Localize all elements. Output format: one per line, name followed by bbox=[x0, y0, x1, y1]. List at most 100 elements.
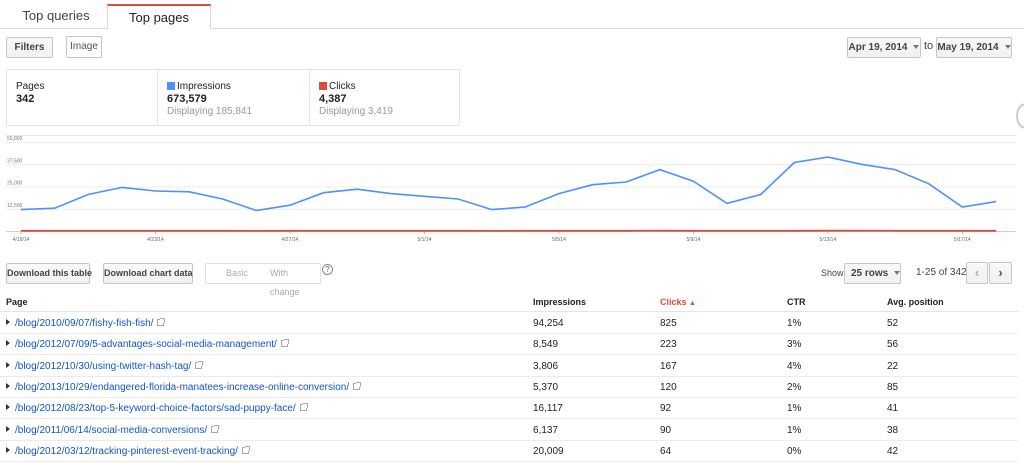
ctr-cell: 0% bbox=[787, 445, 802, 457]
avg-position-cell: 22 bbox=[887, 360, 899, 372]
x-tick-label: 4/19/14 bbox=[13, 237, 30, 243]
date-to-select[interactable]: May 19, 2014 bbox=[936, 37, 1012, 58]
ctr-cell: 1% bbox=[787, 403, 802, 415]
external-link-icon[interactable] bbox=[280, 339, 289, 348]
traffic-chart-svg: 12,500 25,000 37,500 50,000 4/19/14 4/23/14 4/… bbox=[6, 135, 1016, 243]
expand-row-icon[interactable] bbox=[6, 446, 10, 453]
summary-clicks-label: Clicks bbox=[329, 81, 356, 92]
page-link[interactable]: /blog/2012/08/23/top-5-keyword-choice-fa… bbox=[15, 403, 296, 414]
table-row[interactable]: /blog/2012/08/23/top-5-keyword-choice-fa… bbox=[0, 398, 1018, 420]
external-link-icon[interactable] bbox=[241, 445, 250, 454]
summary-panel: Pages 342 Impressions 673,579 Displaying… bbox=[6, 69, 460, 126]
summary-impressions-sub: Displaying 185,841 bbox=[167, 106, 253, 117]
page-link[interactable]: /blog/2010/09/07/fishy-fish-fish/ bbox=[15, 318, 153, 329]
tab-top-queries[interactable]: Top queries bbox=[6, 4, 106, 30]
expand-row-icon[interactable] bbox=[6, 382, 10, 389]
external-link-icon[interactable] bbox=[299, 403, 308, 412]
filters-button[interactable]: Filters bbox=[6, 37, 53, 58]
ctr-cell: 1% bbox=[787, 424, 802, 436]
ctr-cell: 1% bbox=[787, 318, 802, 329]
external-link-icon[interactable] bbox=[353, 381, 362, 390]
chevron-down-icon bbox=[913, 45, 920, 50]
avg-position-cell: 42 bbox=[887, 445, 899, 457]
x-tick-label: 5/17/14 bbox=[954, 237, 971, 243]
summary-pages-label: Pages bbox=[16, 81, 45, 92]
summary-impressions[interactable]: Impressions 673,579 Displaying 185,841 bbox=[157, 70, 309, 125]
next-page-button[interactable]: › bbox=[989, 262, 1012, 284]
date-from-value: Apr 19, 2014 bbox=[848, 42, 908, 53]
table-row[interactable]: /blog/2013/10/29/endangered-florida-mana… bbox=[0, 377, 1018, 398]
traffic-chart: 12,500 25,000 37,500 50,000 4/19/14 4/23/14 4/… bbox=[6, 135, 1016, 248]
expand-row-icon[interactable] bbox=[6, 319, 10, 325]
summary-impressions-value: 673,579 bbox=[167, 93, 207, 105]
col-ctr-header[interactable]: CTR bbox=[787, 297, 806, 307]
date-range-separator: to bbox=[924, 40, 934, 52]
expand-row-icon[interactable] bbox=[6, 361, 10, 368]
summary-clicks-sub: Displaying 3,419 bbox=[319, 106, 393, 117]
col-impressions-header[interactable]: Impressions bbox=[533, 297, 586, 307]
x-tick-label: 4/27/14 bbox=[282, 237, 299, 243]
summary-clicks[interactable]: Clicks 4,387 Displaying 3,419 bbox=[309, 70, 459, 125]
impressions-cell: 20,009 bbox=[533, 445, 564, 457]
sort-asc-icon: ▲ bbox=[689, 300, 696, 307]
col-clicks-label: Clicks bbox=[660, 297, 687, 307]
clicks-cell: 223 bbox=[660, 339, 677, 351]
expand-row-icon[interactable] bbox=[6, 340, 10, 347]
download-table-button[interactable]: Download this table bbox=[6, 263, 92, 284]
avg-position-cell: 52 bbox=[887, 318, 899, 329]
prev-page-button[interactable]: ‹ bbox=[966, 262, 988, 284]
summary-pages-value: 342 bbox=[16, 93, 35, 105]
ctr-cell: 4% bbox=[787, 360, 802, 372]
basic-view-button[interactable]: Basic bbox=[226, 264, 248, 283]
x-tick-label: 5/5/14 bbox=[552, 237, 566, 243]
table-row[interactable]: /blog/2012/03/12/tracking-pinterest-even… bbox=[0, 441, 1018, 462]
table-row[interactable]: /blog/2011/06/14/social-media-conversion… bbox=[0, 420, 1018, 441]
ctr-cell: 2% bbox=[787, 381, 802, 393]
clicks-cell: 120 bbox=[660, 381, 677, 393]
external-link-icon[interactable] bbox=[157, 318, 166, 326]
view-mode-toggle: Basic With change bbox=[205, 263, 321, 297]
summary-impressions-label: Impressions bbox=[177, 81, 231, 92]
impressions-checkbox[interactable] bbox=[167, 82, 175, 90]
date-to-value: May 19, 2014 bbox=[937, 42, 999, 53]
clicks-cell: 92 bbox=[660, 403, 672, 415]
date-from-select[interactable]: Apr 19, 2014 bbox=[847, 37, 921, 58]
impressions-cell: 16,117 bbox=[533, 403, 563, 415]
impressions-cell: 94,254 bbox=[533, 318, 564, 329]
pagination-count: 1-25 of 342 bbox=[916, 267, 967, 278]
help-icon[interactable]: ? bbox=[322, 264, 333, 275]
page-link[interactable]: /blog/2013/10/29/endangered-florida-mana… bbox=[15, 382, 349, 393]
avg-position-cell: 56 bbox=[887, 339, 899, 351]
expand-row-icon[interactable] bbox=[6, 404, 10, 411]
impressions-cell: 8,549 bbox=[533, 339, 559, 351]
y-tick-label: 37,500 bbox=[7, 158, 23, 164]
table-row[interactable]: /blog/2010/09/07/fishy-fish-fish/94,254 8… bbox=[0, 313, 1018, 334]
external-link-icon[interactable] bbox=[195, 360, 204, 369]
impressions-cell: 3,806 bbox=[533, 360, 559, 372]
x-tick-label: 5/9/14 bbox=[686, 237, 700, 243]
col-clicks-header[interactable]: Clicks ▲ bbox=[660, 297, 696, 307]
tab-top-pages[interactable]: Top pages bbox=[107, 4, 211, 30]
page-link[interactable]: /blog/2012/03/12/tracking-pinterest-even… bbox=[15, 446, 238, 457]
clicks-cell: 64 bbox=[660, 445, 672, 457]
x-tick-label: 4/23/14 bbox=[147, 237, 164, 243]
summary-clicks-value: 4,387 bbox=[319, 93, 347, 105]
page-link[interactable]: /blog/2011/06/14/social-media-conversion… bbox=[15, 425, 207, 436]
external-link-icon[interactable] bbox=[211, 424, 220, 433]
download-chart-button[interactable]: Download chart data bbox=[103, 263, 193, 284]
summary-pages[interactable]: Pages 342 bbox=[7, 70, 157, 125]
table-row[interactable]: /blog/2012/10/30/using-twitter-hash-tag/… bbox=[0, 356, 1018, 377]
chevron-down-icon bbox=[894, 271, 901, 276]
clicks-checkbox[interactable] bbox=[319, 82, 327, 90]
rows-per-page-select[interactable]: 25 rows bbox=[844, 263, 901, 284]
x-tick-label: 5/13/14 bbox=[820, 237, 837, 243]
expand-row-icon[interactable] bbox=[6, 425, 10, 432]
page-link[interactable]: /blog/2012/07/09/5-advantages-social-med… bbox=[15, 339, 277, 350]
col-page-header[interactable]: Page bbox=[6, 297, 28, 307]
col-avg-position-header[interactable]: Avg. position bbox=[887, 297, 944, 307]
chevron-down-icon bbox=[1004, 45, 1011, 50]
table-row[interactable]: /blog/2012/07/09/5-advantages-social-med… bbox=[0, 334, 1018, 356]
page-link[interactable]: /blog/2012/10/30/using-twitter-hash-tag/ bbox=[15, 361, 191, 372]
tab-bar: Top queries Top pages bbox=[0, 0, 1024, 30]
image-filter-button[interactable]: Image bbox=[66, 36, 102, 58]
